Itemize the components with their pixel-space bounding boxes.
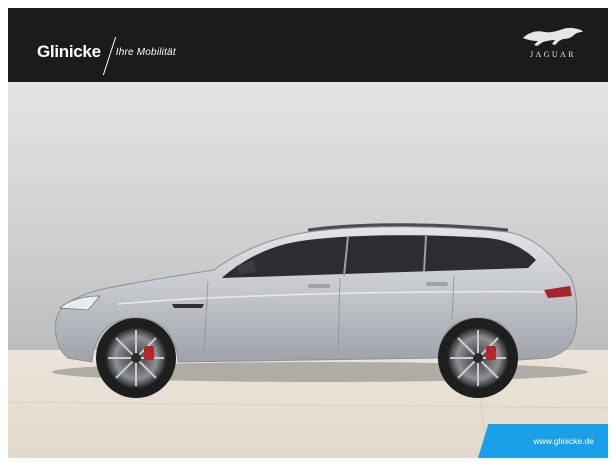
header-bar: Glinicke Ihre Mobilität JAGUAR [8, 8, 608, 82]
manufacturer-logo-text: JAGUAR [530, 50, 576, 59]
dealer-logo: Glinicke Ihre Mobilität [37, 32, 176, 76]
logo-divider [102, 36, 116, 76]
manufacturer-logo: JAGUAR [516, 26, 590, 66]
rear-hub [473, 353, 483, 363]
door-handle [308, 284, 330, 288]
ad-image: Glinicke Ihre Mobilität JAGUAR www.glini… [8, 8, 608, 458]
dealer-name: Glinicke [37, 42, 101, 61]
rear-brake-caliper [486, 346, 496, 360]
leaping-jaguar-icon [523, 27, 583, 46]
car-photo: www.glinicke.de [8, 82, 608, 458]
website-url: www.glinicke.de [533, 436, 594, 446]
car-photo-illustration [8, 82, 608, 458]
front-hub [131, 353, 141, 363]
website-badge[interactable]: www.glinicke.de [478, 424, 608, 458]
door-handle [426, 282, 448, 286]
dealer-tagline: Ihre Mobilität [115, 46, 176, 58]
side-vent [172, 304, 204, 308]
front-brake-caliper [144, 346, 154, 360]
